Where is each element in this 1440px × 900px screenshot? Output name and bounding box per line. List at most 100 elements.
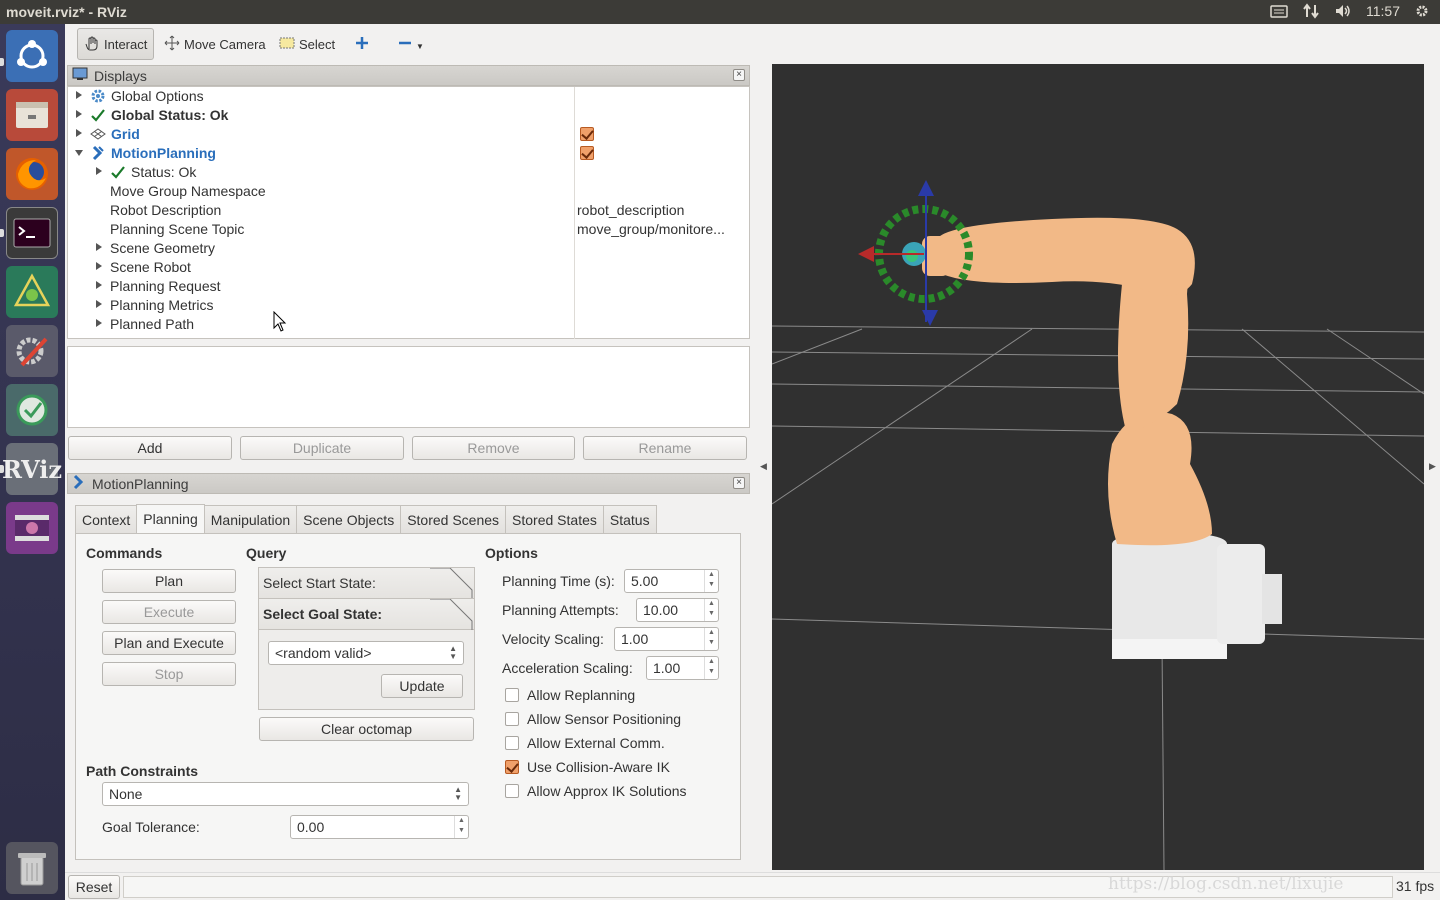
- interact-tool-button[interactable]: Interact: [77, 28, 155, 60]
- update-button[interactable]: Update: [381, 674, 463, 698]
- plan-and-execute-button[interactable]: Plan and Execute: [102, 631, 236, 655]
- tree-row-planning-request[interactable]: Planning Request: [68, 277, 749, 296]
- allow-sensor-positioning-label: Allow Sensor Positioning: [527, 711, 682, 727]
- execute-button[interactable]: Execute: [102, 600, 236, 624]
- select-tool-button[interactable]: Select: [273, 28, 341, 60]
- tab-stored-scenes[interactable]: Stored Scenes: [400, 505, 507, 533]
- approx-ik-checkbox[interactable]: [505, 784, 519, 798]
- select-start-state-toolbox[interactable]: Select Start State:: [258, 567, 475, 599]
- fps-counter: 31 fps: [1396, 878, 1435, 894]
- remove-button[interactable]: Remove: [412, 436, 575, 460]
- grid-enabled-checkbox[interactable]: [580, 127, 594, 141]
- tree-row-robot-description[interactable]: Robot Description robot_description: [68, 201, 749, 220]
- allow-replanning-checkbox[interactable]: [505, 688, 519, 702]
- goal-tolerance-spinbox[interactable]: 0.00 ▲ ▼: [290, 815, 469, 839]
- move-camera-tool-button[interactable]: Move Camera: [158, 28, 272, 60]
- goal-state-select[interactable]: <random valid> ▲ ▼: [268, 641, 464, 665]
- allow-sensor-positioning-checkbox[interactable]: [505, 712, 519, 726]
- planning-attempts-spinbox[interactable]: 10.00 ▲ ▼: [636, 598, 719, 622]
- tree-row-global-options[interactable]: Global Options: [68, 87, 749, 106]
- tree-row-motion-planning[interactable]: MotionPlanning: [68, 144, 749, 163]
- ubuntu-dash-icon[interactable]: [6, 30, 58, 82]
- network-icon[interactable]: [1302, 3, 1320, 19]
- tab-status[interactable]: Status: [602, 505, 657, 533]
- window-title: moveit.rviz* - RViz: [6, 4, 127, 20]
- rename-button[interactable]: Rename: [583, 436, 747, 460]
- qtcreator-icon[interactable]: [6, 266, 58, 318]
- chevron-down-icon: ▼: [416, 41, 424, 51]
- plan-button[interactable]: Plan: [102, 569, 236, 593]
- status-bar: Reset https://blog.csdn.net/lixujie 31 f…: [65, 872, 1440, 900]
- tree-row-move-group-namespace[interactable]: Move Group Namespace: [68, 182, 749, 201]
- system-settings-icon[interactable]: [6, 325, 58, 377]
- add-button[interactable]: Add: [68, 436, 232, 460]
- files-icon[interactable]: [6, 89, 58, 141]
- planning-attempts-label: Planning Attempts:: [502, 602, 619, 618]
- acceleration-scaling-spinbox[interactable]: 1.00 ▲ ▼: [646, 656, 719, 680]
- displays-panel-header: Displays ×: [67, 65, 750, 86]
- add-tool-button[interactable]: [349, 28, 375, 60]
- tree-row-planning-scene-topic[interactable]: Planning Scene Topic move_group/monitore…: [68, 220, 749, 239]
- updown-icon: ▲ ▼: [449, 644, 457, 661]
- planning-time-spinbox[interactable]: 5.00 ▲ ▼: [624, 569, 719, 593]
- tab-planning[interactable]: Planning: [136, 504, 205, 533]
- options-title: Options: [485, 545, 538, 561]
- terminal-icon[interactable]: [6, 207, 58, 259]
- spin-arrows-icon[interactable]: ▲ ▼: [454, 816, 468, 838]
- keyboard-icon[interactable]: [1270, 3, 1288, 19]
- robot-arm-scene: [771, 180, 1425, 871]
- spin-arrows-icon[interactable]: ▲ ▼: [704, 657, 718, 679]
- approx-ik-label: Allow Approx IK Solutions: [527, 783, 687, 799]
- allow-external-comm-checkbox[interactable]: [505, 736, 519, 750]
- firefox-icon[interactable]: [6, 148, 58, 200]
- tree-row-status[interactable]: Status: Ok: [68, 163, 749, 182]
- velocity-scaling-spinbox[interactable]: 1.00 ▲ ▼: [614, 627, 719, 651]
- gear-icon[interactable]: [1414, 3, 1432, 19]
- velocity-scaling-label: Velocity Scaling:: [502, 631, 604, 647]
- collapse-left-icon[interactable]: ◀: [760, 461, 767, 472]
- tree-row-planned-path[interactable]: Planned Path: [68, 315, 749, 334]
- tree-row-global-status[interactable]: Global Status: Ok: [68, 106, 749, 125]
- path-constraints-title: Path Constraints: [86, 763, 199, 779]
- tab-manipulation[interactable]: Manipulation: [203, 505, 298, 533]
- tree-row-scene-geometry[interactable]: Scene Geometry: [68, 239, 749, 258]
- mouse-cursor-icon: [273, 310, 287, 336]
- motion-planning-panel-header: MotionPlanning ×: [67, 473, 750, 494]
- tab-context[interactable]: Context: [75, 505, 138, 533]
- stop-button[interactable]: Stop: [102, 662, 236, 686]
- duplicate-button[interactable]: Duplicate: [240, 436, 404, 460]
- clear-octomap-button[interactable]: Clear octomap: [259, 717, 474, 741]
- clock[interactable]: 11:57: [1366, 3, 1400, 19]
- motion-planning-icon: [72, 474, 86, 493]
- spin-arrows-icon[interactable]: ▲ ▼: [704, 570, 718, 592]
- select-goal-state-toolbox[interactable]: Select Goal State:: [258, 598, 475, 630]
- video-icon[interactable]: [6, 502, 58, 554]
- trash-icon[interactable]: [6, 842, 58, 894]
- volume-icon[interactable]: [1334, 3, 1352, 19]
- collision-aware-ik-checkbox[interactable]: [505, 760, 519, 774]
- checkmark-icon: [90, 107, 106, 123]
- tree-row-planning-metrics[interactable]: Planning Metrics: [68, 296, 749, 315]
- tree-row-grid[interactable]: Grid: [68, 125, 749, 144]
- reset-button[interactable]: Reset: [68, 875, 120, 899]
- collision-aware-ik-label: Use Collision-Aware IK: [527, 759, 670, 775]
- grid-icon: [90, 126, 106, 142]
- launcher: RViz: [0, 24, 65, 900]
- motion-planning-enabled-checkbox[interactable]: [580, 146, 594, 160]
- tree-row-scene-robot[interactable]: Scene Robot: [68, 258, 749, 277]
- tab-stored-states[interactable]: Stored States: [505, 505, 604, 533]
- property-description-box: [67, 346, 750, 428]
- path-constraints-select[interactable]: None ▲ ▼: [102, 782, 469, 806]
- close-icon[interactable]: ×: [733, 69, 745, 81]
- spin-arrows-icon[interactable]: ▲ ▼: [704, 599, 718, 621]
- tab-scene-objects[interactable]: Scene Objects: [296, 505, 402, 533]
- close-icon[interactable]: ×: [733, 477, 745, 489]
- remove-tool-button[interactable]: ▼: [392, 28, 430, 60]
- acceleration-scaling-label: Acceleration Scaling:: [502, 660, 633, 676]
- 3d-render-view[interactable]: [771, 64, 1425, 871]
- collapse-right-icon[interactable]: ▶: [1429, 461, 1436, 472]
- spin-arrows-icon[interactable]: ▲ ▼: [704, 628, 718, 650]
- rviz-icon[interactable]: RViz: [2, 443, 62, 495]
- gear-icon: [90, 88, 106, 104]
- software-updater-icon[interactable]: [6, 384, 58, 436]
